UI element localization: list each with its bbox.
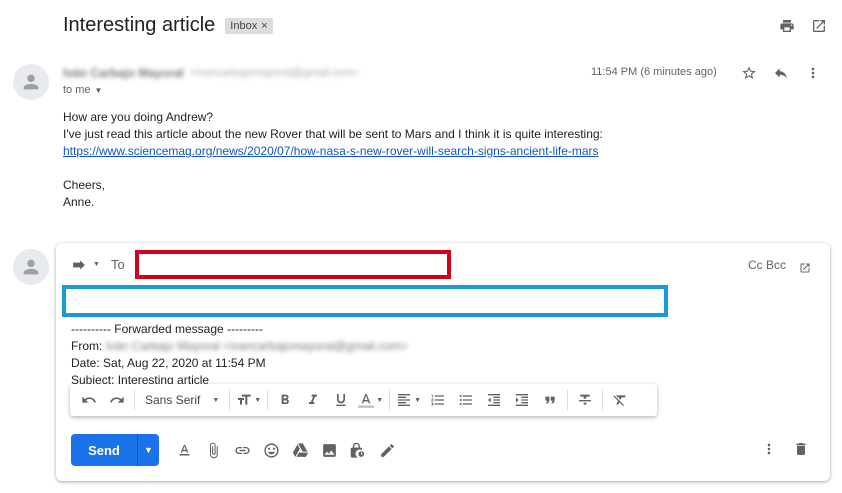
photo-icon[interactable] xyxy=(320,441,338,459)
chevron-down-icon: ▼ xyxy=(144,445,153,455)
forward-arrow-icon xyxy=(73,259,85,270)
forwarded-date: Date: Sat, Aug 22, 2020 at 11:54 PM xyxy=(71,356,266,370)
top-actions xyxy=(778,17,828,35)
chevron-down-icon: ▼ xyxy=(212,396,220,404)
sender-name[interactable]: Iván Carbajo Mayoral xyxy=(63,66,184,80)
indent-less-icon[interactable] xyxy=(483,389,505,411)
more-options-icon[interactable] xyxy=(760,440,778,458)
sender-line: Iván Carbajo Mayoral <ivancarbajomayoral… xyxy=(63,66,359,80)
message-body-input[interactable] xyxy=(62,285,668,317)
toolbar-divider xyxy=(567,390,569,410)
pop-out-reply-icon[interactable] xyxy=(796,259,814,277)
forwarded-header: ---------- Forwarded message --------- xyxy=(71,322,263,336)
forward-compose: ▼ To Cc Bcc ---------- Forwarded message… xyxy=(56,243,830,481)
compose-right-actions xyxy=(760,440,810,458)
forwarded-message: ---------- Forwarded message --------- F… xyxy=(71,321,408,389)
to-label: To xyxy=(110,257,125,272)
quote-icon[interactable] xyxy=(539,389,561,411)
bold-icon[interactable] xyxy=(274,389,296,411)
text-size-icon[interactable]: ▼ xyxy=(236,389,261,411)
redo-icon[interactable] xyxy=(106,389,128,411)
toolbar-divider xyxy=(267,390,269,410)
toolbar-divider xyxy=(229,390,231,410)
body-sentence: I've just read this article about the ne… xyxy=(63,127,603,141)
message-actions xyxy=(740,64,822,82)
toolbar-divider xyxy=(134,390,135,410)
body-greeting: How are you doing Andrew? xyxy=(63,110,214,124)
schedule-send-dropdown[interactable]: ▼ xyxy=(137,434,159,466)
signature-icon[interactable] xyxy=(378,441,396,459)
forwarded-from-value: Iván Carbajo Mayoral <ivancarbajomayoral… xyxy=(105,339,408,353)
bulleted-list-icon[interactable] xyxy=(455,389,477,411)
email-subject: Interesting article xyxy=(63,14,216,36)
formatting-toolbar: Sans Serif ▼ ▼ ▼ ▼ xyxy=(70,384,657,416)
subject-row: Interesting article Inbox × xyxy=(63,14,273,37)
send-button-group: Send ▼ xyxy=(71,434,159,466)
from-label: From: xyxy=(71,339,106,353)
forwarded-from: From: Iván Carbajo Mayoral <ivancarbajom… xyxy=(71,338,408,355)
message-body: How are you doing Andrew? I've just read… xyxy=(63,109,828,211)
font-family-select[interactable]: Sans Serif ▼ xyxy=(141,389,223,411)
article-link[interactable]: https://www.sciencemag.org/news/2020/07/… xyxy=(63,144,599,158)
inbox-label-chip[interactable]: Inbox × xyxy=(225,17,273,34)
remove-formatting-icon[interactable] xyxy=(609,389,631,411)
font-name: Sans Serif xyxy=(145,393,201,407)
undo-icon[interactable] xyxy=(78,389,100,411)
more-vert-icon[interactable] xyxy=(804,64,822,82)
discard-icon[interactable] xyxy=(792,440,810,458)
print-icon[interactable] xyxy=(778,17,796,35)
italic-icon[interactable] xyxy=(302,389,324,411)
send-button[interactable]: Send xyxy=(71,434,137,466)
indent-more-icon[interactable] xyxy=(511,389,533,411)
text-color-icon[interactable]: ▼ xyxy=(358,389,383,411)
message-timestamp: 11:54 PM (6 minutes ago) xyxy=(591,66,717,78)
sender-email: <ivancarbajomayoral@gmail.com> xyxy=(189,67,360,79)
compose-bottom-bar: Send ▼ xyxy=(71,433,820,467)
toolbar-divider xyxy=(389,390,391,410)
sender-avatar[interactable] xyxy=(13,64,49,100)
to-me-text: to me xyxy=(63,84,91,96)
toolbar-divider xyxy=(602,390,604,410)
formatting-options-icon[interactable] xyxy=(175,441,193,459)
strikethrough-icon[interactable] xyxy=(574,389,596,411)
compose-type-selector[interactable]: ▼ To xyxy=(72,257,125,272)
chevron-down-icon: ▼ xyxy=(93,261,100,268)
body-paragraph: I've just read this article about the ne… xyxy=(63,126,828,160)
link-icon[interactable] xyxy=(233,441,251,459)
person-icon xyxy=(23,74,39,90)
reply-icon[interactable] xyxy=(772,64,790,82)
confidential-icon[interactable] xyxy=(349,441,367,459)
user-avatar[interactable] xyxy=(13,249,49,285)
star-icon[interactable] xyxy=(740,64,758,82)
align-icon[interactable]: ▼ xyxy=(396,389,421,411)
recipient-details-toggle[interactable]: to me ▼ xyxy=(63,84,102,96)
attach-icon[interactable] xyxy=(204,441,222,459)
drive-icon[interactable] xyxy=(291,441,309,459)
emoji-icon[interactable] xyxy=(262,441,280,459)
underline-icon[interactable] xyxy=(330,389,352,411)
inbox-label-text: Inbox xyxy=(230,19,258,32)
body-signature: Anne. xyxy=(63,195,95,209)
compose-tools xyxy=(175,441,396,459)
to-recipients-input[interactable] xyxy=(135,250,451,279)
cc-bcc-toggle[interactable]: Cc Bcc xyxy=(748,258,786,272)
chevron-down-icon: ▼ xyxy=(94,85,103,95)
numbered-list-icon[interactable] xyxy=(427,389,449,411)
person-icon xyxy=(23,259,39,275)
body-closing: Cheers, xyxy=(63,178,106,192)
remove-label-icon[interactable]: × xyxy=(261,20,267,32)
open-new-window-icon[interactable] xyxy=(810,17,828,35)
